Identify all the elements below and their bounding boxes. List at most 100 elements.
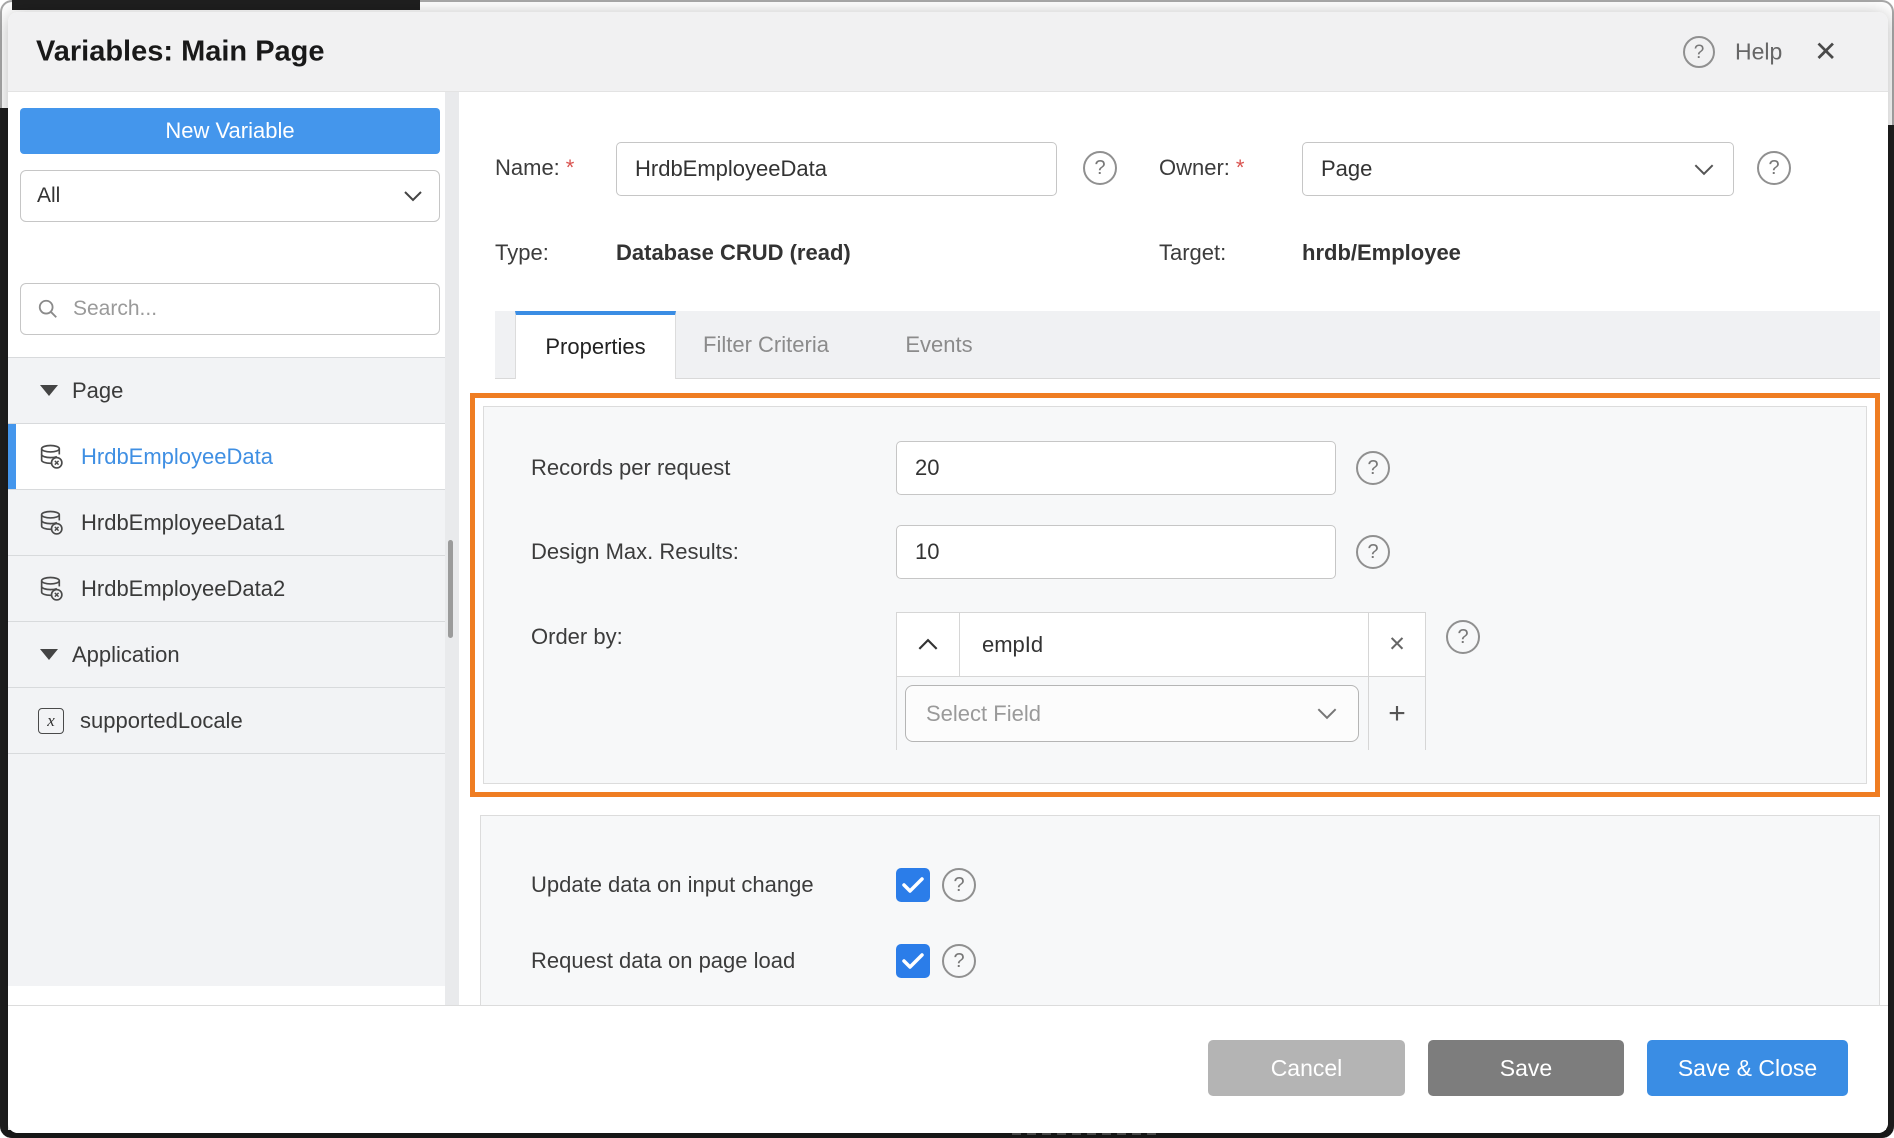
required-marker: * <box>1230 155 1245 180</box>
remove-order-field-button[interactable]: ✕ <box>1368 613 1425 676</box>
tree-item-label: HrdbEmployeeData1 <box>81 510 285 536</box>
close-icon[interactable]: ✕ <box>1814 38 1837 66</box>
page-title: Variables: Main Page <box>36 36 325 69</box>
name-input[interactable] <box>616 142 1057 196</box>
owner-selected-value: Page <box>1321 156 1372 182</box>
tree-group-application[interactable]: Application <box>8 622 445 688</box>
owner-label-text: Owner: <box>1159 155 1230 180</box>
tree-item-hrdbemployeedata[interactable]: HrdbEmployeeData <box>8 424 445 490</box>
triangle-down-icon <box>40 649 58 660</box>
design-max-results-label: Design Max. Results: <box>531 539 739 565</box>
dialog-header: Variables: Main Page ? Help ✕ <box>8 12 1888 92</box>
order-by-control: empId ✕ Select Field + <box>896 612 1426 750</box>
database-variable-icon <box>38 509 65 536</box>
order-by-row: empId ✕ <box>897 613 1425 676</box>
model-variable-icon: x <box>38 708 64 734</box>
design-max-results-input[interactable] <box>896 525 1336 579</box>
help-glyph: ? <box>1094 158 1105 178</box>
tree-item-hrdbemployeedata2[interactable]: HrdbEmployeeData2 <box>8 556 445 622</box>
tree-group-label: Page <box>72 378 123 404</box>
database-variable-icon <box>38 575 65 602</box>
target-value: hrdb/Employee <box>1302 240 1461 266</box>
owner-label: Owner:* <box>1159 155 1244 181</box>
help-glyph: ? <box>1367 458 1378 478</box>
variable-tree: Page HrdbEmployeeData <box>8 357 445 986</box>
tree-item-label: HrdbEmployeeData2 <box>81 576 285 602</box>
new-variable-button[interactable]: New Variable <box>20 108 440 154</box>
order-by-help-icon[interactable]: ? <box>1446 620 1480 654</box>
search-input[interactable] <box>71 296 423 322</box>
dialog-footer: Cancel Save Save & Close <box>8 1005 1888 1133</box>
tree-item-label: supportedLocale <box>80 708 243 734</box>
save-and-close-button[interactable]: Save & Close <box>1647 1040 1848 1096</box>
chevron-down-icon <box>1693 163 1715 176</box>
tab-properties[interactable]: Properties <box>515 311 676 379</box>
chevron-up-icon <box>917 638 939 651</box>
select-field-placeholder: Select Field <box>926 701 1041 727</box>
tree-group-page[interactable]: Page <box>8 358 445 424</box>
help-glyph: ? <box>953 951 964 971</box>
detail-tabs: Properties Filter Criteria Events <box>495 311 1880 379</box>
variable-search <box>20 283 440 335</box>
request-on-page-load-help-icon[interactable]: ? <box>942 944 976 978</box>
name-help-icon[interactable]: ? <box>1083 151 1117 185</box>
update-on-input-change-checkbox[interactable] <box>896 868 930 902</box>
name-label-text: Name: <box>495 155 560 180</box>
help-glyph: ? <box>1457 627 1468 647</box>
update-on-input-change-help-icon[interactable]: ? <box>942 868 976 902</box>
owner-help-icon[interactable]: ? <box>1757 151 1791 185</box>
backdrop-top-strip <box>12 0 420 10</box>
help-label[interactable]: Help <box>1735 39 1782 66</box>
tab-filter-criteria[interactable]: Filter Criteria <box>676 311 856 378</box>
highlighted-properties-panel: Records per request ? Design Max. Result… <box>470 393 1880 797</box>
request-on-page-load-label: Request data on page load <box>531 948 795 974</box>
tree-item-hrdbemployeedata1[interactable]: HrdbEmployeeData1 <box>8 490 445 556</box>
type-label: Type: <box>495 240 549 266</box>
help-icon[interactable]: ? <box>1683 36 1715 68</box>
tab-events[interactable]: Events <box>856 311 1022 378</box>
check-icon <box>902 876 924 894</box>
chevron-down-icon <box>403 190 423 202</box>
type-value: Database CRUD (read) <box>616 240 851 266</box>
screenshot-frame: Variables: Main Page ? Help ✕ New Variab… <box>0 0 1894 1138</box>
variable-detail-pane: Name:* ? Owner:* Page ? Type: Database C… <box>459 92 1888 1005</box>
sidebar-scrollbar-thumb[interactable] <box>448 540 453 638</box>
tree-item-supportedlocale[interactable]: x supportedLocale <box>8 688 445 754</box>
backdrop-left-strip <box>0 108 8 1138</box>
database-variable-icon <box>38 443 65 470</box>
add-order-field-row: Select Field + <box>897 676 1425 750</box>
tree-group-label: Application <box>72 642 180 668</box>
help-glyph: ? <box>1367 542 1378 562</box>
help-glyph: ? <box>1694 43 1705 62</box>
variable-filter-select[interactable]: All <box>20 170 440 222</box>
name-label: Name:* <box>495 155 574 181</box>
order-by-label: Order by: <box>531 624 623 650</box>
records-per-request-input[interactable] <box>896 441 1336 495</box>
update-on-input-change-label: Update data on input change <box>531 872 814 898</box>
add-order-field-button[interactable]: + <box>1368 677 1425 750</box>
select-field-dropdown[interactable]: Select Field <box>905 685 1359 742</box>
save-button[interactable]: Save <box>1428 1040 1624 1096</box>
request-on-page-load-checkbox[interactable] <box>896 944 930 978</box>
target-label: Target: <box>1159 240 1226 266</box>
sort-direction-button[interactable] <box>897 613 960 676</box>
search-icon <box>37 298 59 320</box>
properties-panel: Records per request ? Design Max. Result… <box>483 406 1867 784</box>
filter-selected-value: All <box>37 184 60 208</box>
help-glyph: ? <box>1768 158 1779 178</box>
records-per-request-label: Records per request <box>531 455 730 481</box>
records-help-icon[interactable]: ? <box>1356 451 1390 485</box>
help-glyph: ? <box>953 875 964 895</box>
owner-select[interactable]: Page <box>1302 142 1734 196</box>
triangle-down-icon <box>40 385 58 396</box>
variables-sidebar: New Variable All Page <box>8 92 445 1005</box>
check-icon <box>902 952 924 970</box>
tree-item-label: HrdbEmployeeData <box>81 444 273 470</box>
cancel-button[interactable]: Cancel <box>1208 1040 1405 1096</box>
design-help-icon[interactable]: ? <box>1356 535 1390 569</box>
data-options-panel: Update data on input change ? Request da… <box>480 815 1880 1005</box>
order-by-field-value[interactable]: empId <box>960 613 1368 676</box>
required-marker: * <box>560 155 575 180</box>
chevron-down-icon <box>1316 707 1338 720</box>
variables-dialog: Variables: Main Page ? Help ✕ New Variab… <box>8 12 1888 1133</box>
